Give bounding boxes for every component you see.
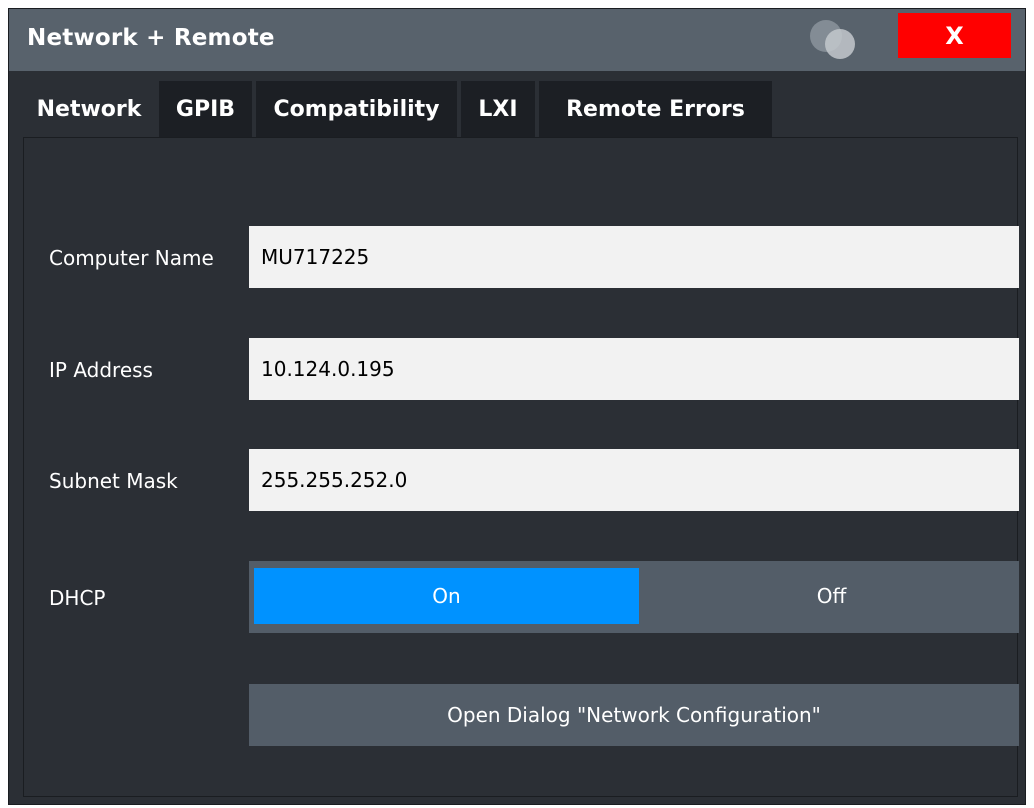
- subnet-mask-label: Subnet Mask: [49, 469, 178, 493]
- computer-name-field[interactable]: [249, 226, 1019, 288]
- dhcp-toggle: On Off: [249, 561, 1019, 633]
- tab-gpib[interactable]: GPIB: [159, 81, 252, 137]
- dhcp-on-label: On: [432, 584, 461, 608]
- tab-label: Compatibility: [273, 96, 440, 122]
- title-bar: Network + Remote X: [9, 9, 1025, 71]
- open-dialog-label: Open Dialog "Network Configuration": [447, 703, 821, 727]
- tab-lxi[interactable]: LXI: [461, 81, 535, 137]
- tab-label: Network: [36, 96, 142, 122]
- ip-address-field[interactable]: [249, 338, 1019, 400]
- network-remote-dialog: Network + Remote X Network GPIB Compatib…: [8, 8, 1026, 805]
- close-icon: X: [945, 21, 964, 50]
- tab-bar: Network GPIB Compatibility LXI Remote Er…: [23, 81, 776, 137]
- dhcp-off-label: Off: [816, 584, 847, 608]
- bubble-icon[interactable]: [804, 16, 860, 62]
- tab-network[interactable]: Network: [23, 81, 155, 137]
- dialog-title: Network + Remote: [27, 25, 275, 51]
- dhcp-on-button[interactable]: On: [254, 568, 639, 624]
- tab-compatibility[interactable]: Compatibility: [256, 81, 457, 137]
- computer-name-label: Computer Name: [49, 246, 214, 270]
- tab-label: GPIB: [175, 96, 236, 122]
- dhcp-label: DHCP: [49, 586, 106, 610]
- ip-address-label: IP Address: [49, 358, 153, 382]
- tab-label: Remote Errors: [566, 96, 745, 122]
- close-button[interactable]: X: [898, 13, 1011, 58]
- tab-remote-errors[interactable]: Remote Errors: [539, 81, 772, 137]
- tab-label: LXI: [478, 96, 518, 122]
- open-network-configuration-button[interactable]: Open Dialog "Network Configuration": [249, 684, 1019, 746]
- network-panel: Computer Name IP Address Subnet Mask DHC…: [23, 137, 1019, 797]
- subnet-mask-field[interactable]: [249, 449, 1019, 511]
- dhcp-off-button[interactable]: Off: [644, 568, 1019, 624]
